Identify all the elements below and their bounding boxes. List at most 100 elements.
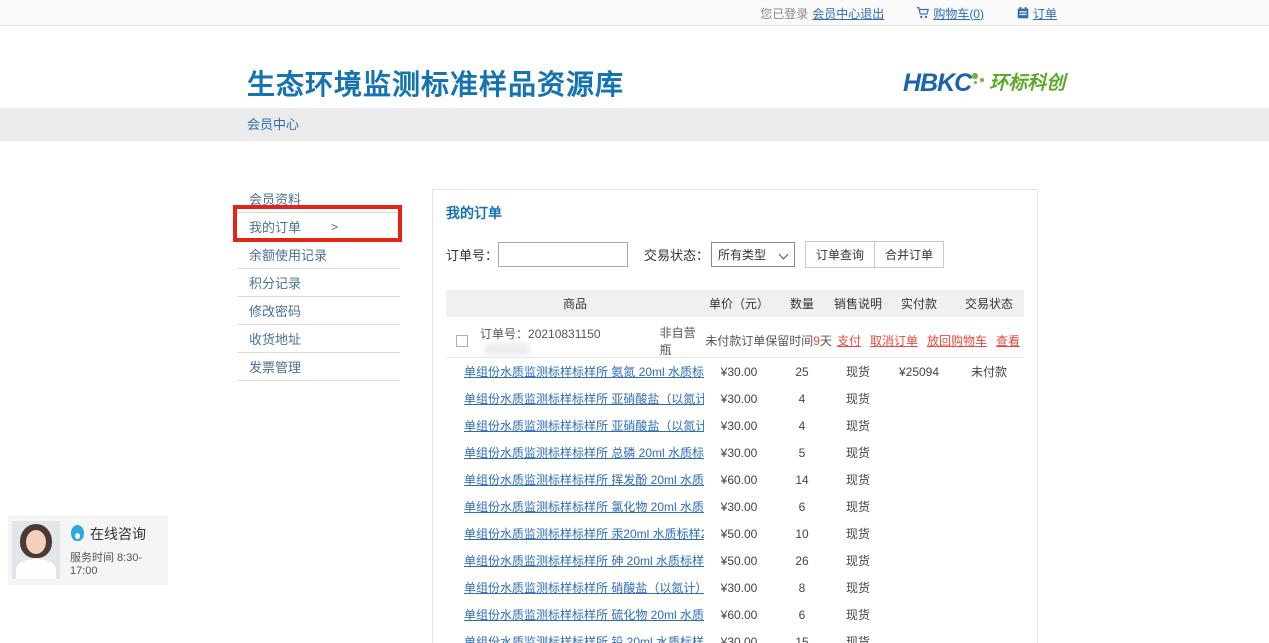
product-link[interactable]: 单组份水质监测标样标样所 亚硝酸盐（以氮计） 20ml 水质标样200644 (464, 419, 704, 433)
item-qty: 10 (774, 527, 830, 541)
sidebar-item-3[interactable]: 积分记录 (237, 269, 400, 297)
order-item-row: 单组份水质监测标样标样所 砷 20ml 水质标样200455¥50.0026现货 (446, 547, 1024, 574)
status-select-value: 所有类型 (718, 246, 766, 263)
product-link[interactable]: 单组份水质监测标样标样所 砷 20ml 水质标样200455 (464, 554, 704, 568)
order-action-1[interactable]: 取消订单 (870, 332, 918, 349)
table-header-4: 实付款 (886, 295, 952, 312)
item-qty: 4 (774, 419, 830, 433)
product-link[interactable]: 单组份水质监测标样标样所 硫化物 20ml 水质标样205544 (464, 608, 704, 622)
product-link[interactable]: 单组份水质监测标样标样所 亚硝酸盐（以氮计） 20ml 水质标样200643 (464, 392, 704, 406)
sidebar-item-label: 发票管理 (249, 357, 301, 376)
site-title: 生态环境监测标准样品资源库 (247, 63, 624, 103)
order-tag: 非自营瓶 (660, 324, 706, 358)
item-stock: 现货 (830, 633, 886, 643)
product-link[interactable]: 单组份水质监测标样标样所 铅 20ml 水质标样201240 (464, 635, 704, 643)
breadcrumb[interactable]: 会员中心 (247, 108, 299, 141)
order-item-row: 单组份水质监测标样标样所 挥发酚 20ml 水质标样200364¥60.0014… (446, 466, 1024, 493)
item-stock: 现货 (830, 471, 886, 488)
item-qty: 4 (774, 392, 830, 406)
item-paid: ¥25094 (886, 365, 952, 379)
breadcrumb-band: 会员中心 (0, 108, 1269, 141)
order-item-rows: 单组份水质监测标样标样所 氨氮 20ml 水质标样2005153¥30.0025… (446, 358, 1024, 643)
qq-icon (70, 525, 85, 542)
item-price: ¥30.00 (704, 500, 774, 514)
order-checkbox[interactable] (456, 335, 468, 347)
item-price: ¥60.00 (704, 608, 774, 622)
logo-en-text: HBKC (903, 71, 971, 95)
cart-link[interactable]: 购物车(0) (933, 5, 984, 22)
order-action-0[interactable]: 支付 (837, 332, 861, 349)
product-link[interactable]: 单组份水质监测标样标样所 总磷 20ml 水质标样203997 (464, 446, 704, 460)
order-action-3[interactable]: 查看 (996, 332, 1020, 349)
sidebar-item-4[interactable]: 修改密码 (237, 297, 400, 325)
page: 您已登录 会员中心 退出 购物车(0) 订单 生态环境监测标准样品资源库 HBK… (0, 0, 1269, 643)
order-item-row: 单组份水质监测标样标样所 亚硝酸盐（以氮计） 20ml 水质标样200644¥3… (446, 412, 1024, 439)
table-header-1: 单价（元） (704, 295, 774, 312)
company-logo: HBKC 环标科创 (903, 71, 1065, 95)
item-stock: 现货 (830, 417, 886, 434)
sidebar-item-0[interactable]: 会员资料 (237, 185, 400, 213)
item-price: ¥50.00 (704, 527, 774, 541)
order-filter: 订单号： 交易状态： 所有类型 订单查询 合并订单 (446, 241, 1024, 268)
item-stock: 现货 (830, 444, 886, 461)
order-retention-note: 未付款订单保留时间9天 (705, 332, 832, 349)
orders-table: 商品单价（元）数量销售说明实付款交易状态 订单号：20210831150 非自营… (446, 290, 1024, 643)
sidebar-item-6[interactable]: 发票管理 (237, 353, 400, 381)
online-chat-widget[interactable]: 在线咨询 服务时间 8:30-17:00 (8, 515, 168, 585)
order-action-2[interactable]: 放回购物车 (927, 332, 987, 349)
header: 生态环境监测标准样品资源库 HBKC 环标科创 产品分类首页产品查询新品上架通知… (0, 27, 1269, 108)
sidebar-item-label: 余额使用记录 (249, 245, 327, 264)
item-qty: 6 (774, 500, 830, 514)
table-header-3: 销售说明 (830, 295, 886, 312)
member-center-link[interactable]: 会员中心 (812, 5, 860, 22)
page-title: 我的订单 (446, 203, 1024, 223)
item-price: ¥30.00 (704, 581, 774, 595)
orders-link[interactable]: 订单 (1033, 5, 1057, 22)
item-stock: 现货 (830, 606, 886, 623)
item-qty: 15 (774, 635, 830, 643)
sidebar-item-2[interactable]: 余额使用记录 (237, 241, 400, 269)
table-header-0: 商品 (446, 295, 704, 312)
chat-title: 在线咨询 (90, 524, 146, 544)
member-sidebar: 会员资料我的订单> 余额使用记录积分记录修改密码收货地址发票管理 (237, 185, 400, 381)
order-no-input[interactable] (498, 242, 628, 267)
sidebar-item-label: 积分记录 (249, 273, 301, 292)
product-link[interactable]: 单组份水质监测标样标样所 氯化物 20ml 水质标样201757 (464, 500, 704, 514)
chat-text: 在线咨询 服务时间 8:30-17:00 (70, 524, 168, 577)
topbar: 您已登录 会员中心 退出 购物车(0) 订单 (0, 0, 1269, 26)
item-price: ¥60.00 (704, 473, 774, 487)
status-select[interactable]: 所有类型 (711, 242, 795, 267)
logo-dots-icon (971, 71, 987, 95)
product-link[interactable]: 单组份水质监测标样标样所 氨氮 20ml 水质标样2005153 (464, 365, 704, 379)
order-actions: 支付取消订单放回购物车查看 (837, 332, 1020, 349)
product-link[interactable]: 单组份水质监测标样标样所 汞20ml 水质标样202051 (464, 527, 704, 541)
item-price: ¥30.00 (704, 365, 774, 379)
order-item-row: 单组份水质监测标样标样所 硝酸盐（以氮计） 20ml 水质标样200850¥30… (446, 574, 1024, 601)
sidebar-item-5[interactable]: 收货地址 (237, 325, 400, 353)
order-no-label: 订单号： (446, 245, 498, 264)
order-header-row: 订单号：20210831150 非自营瓶 未付款订单保留时间9天 支付取消订单放… (446, 324, 1024, 358)
logout-link[interactable]: 退出 (860, 5, 884, 22)
order-item-row: 单组份水质监测标样标样所 亚硝酸盐（以氮计） 20ml 水质标样200643¥3… (446, 385, 1024, 412)
item-stock: 现货 (830, 498, 886, 515)
item-price: ¥30.00 (704, 392, 774, 406)
chevron-down-icon (779, 250, 789, 260)
logo-cn-text: 环标科创 (989, 73, 1065, 95)
table-header-row: 商品单价（元）数量销售说明实付款交易状态 (446, 290, 1024, 317)
login-status-text: 您已登录 (760, 5, 808, 22)
merge-orders-button[interactable]: 合并订单 (875, 241, 944, 268)
item-qty: 5 (774, 446, 830, 460)
order-item-row: 单组份水质监测标样标样所 硫化物 20ml 水质标样205544¥60.006现… (446, 601, 1024, 628)
table-header-2: 数量 (774, 295, 830, 312)
order-search-button[interactable]: 订单查询 (805, 241, 875, 268)
orders-panel: 我的订单 订单号： 交易状态： 所有类型 订单查询 合并订单 商品单价（元）数量… (432, 189, 1038, 643)
sidebar-item-1[interactable]: 我的订单> (237, 213, 400, 241)
product-link[interactable]: 单组份水质监测标样标样所 硝酸盐（以氮计） 20ml 水质标样200850 (464, 581, 704, 595)
item-qty: 8 (774, 581, 830, 595)
item-price: ¥50.00 (704, 554, 774, 568)
orders-icon (1016, 6, 1030, 20)
product-link[interactable]: 单组份水质监测标样标样所 挥发酚 20ml 水质标样200364 (464, 473, 704, 487)
status-label: 交易状态： (644, 245, 709, 264)
item-qty: 14 (774, 473, 830, 487)
item-qty: 26 (774, 554, 830, 568)
